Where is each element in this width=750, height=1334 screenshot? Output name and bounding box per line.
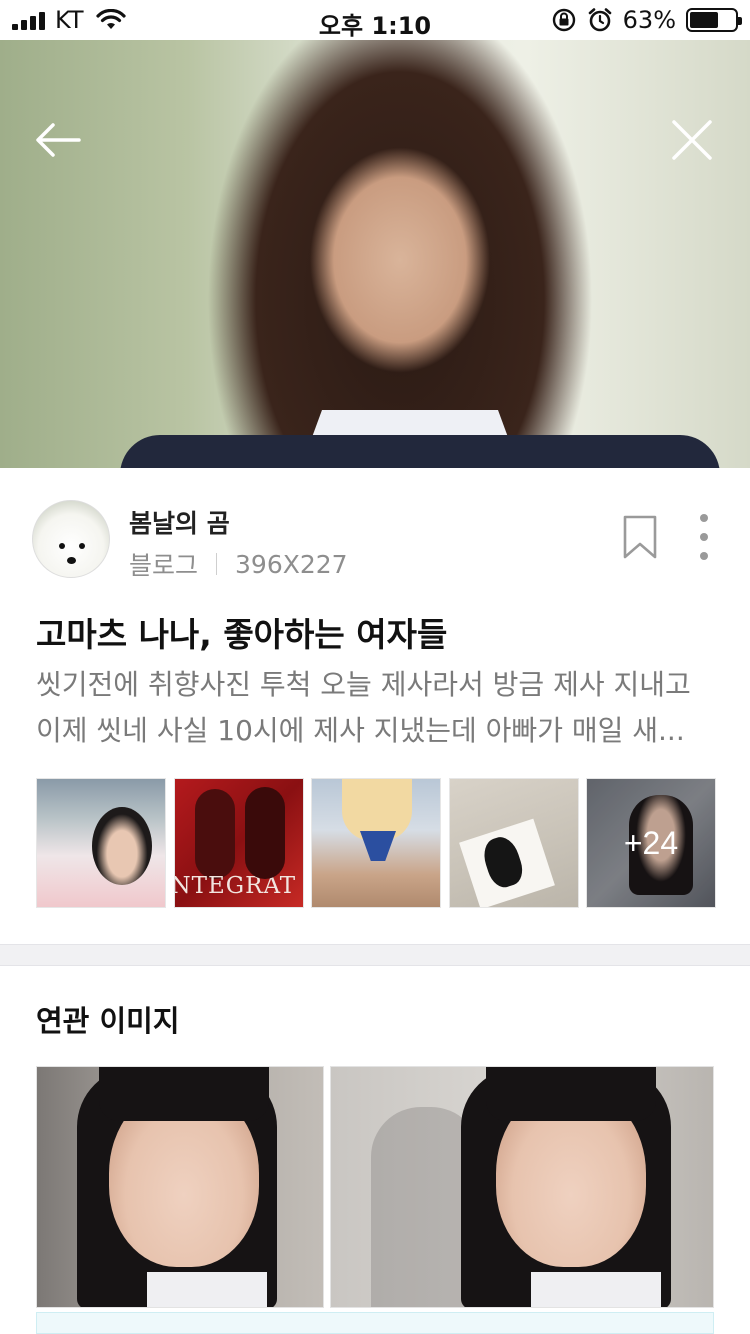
more-button[interactable]: [694, 514, 714, 560]
bookmark-button[interactable]: [620, 514, 660, 560]
thumbnail-1[interactable]: [36, 778, 166, 908]
avatar[interactable]: [32, 500, 110, 578]
back-arrow-icon: [36, 123, 81, 157]
close-button[interactable]: [662, 110, 722, 170]
status-bar: KT 오후 1:10 63%: [0, 0, 750, 40]
related-image-1[interactable]: [36, 1066, 324, 1308]
orientation-lock-icon: [552, 8, 575, 32]
close-icon: [672, 120, 712, 160]
thumbnail-3[interactable]: [311, 778, 441, 908]
thumbnail-2[interactable]: NTEGRAT: [173, 778, 304, 908]
more-vertical-icon: [700, 514, 708, 522]
related-images-section: 연관 이미지: [0, 966, 750, 1334]
next-item-peek[interactable]: [36, 1312, 714, 1334]
post-meta: 블로그 396X227: [129, 546, 348, 582]
thumbnail-4[interactable]: [448, 778, 579, 908]
post-title[interactable]: 고마츠 나나, 좋아하는 여자들: [36, 608, 447, 656]
thumbnail-5[interactable]: +24: [586, 778, 716, 908]
related-image-2[interactable]: [330, 1066, 714, 1308]
back-button[interactable]: [28, 110, 88, 170]
status-right: 63%: [551, 6, 742, 34]
thumbnail-strip: NTEGRAT +24: [36, 778, 716, 908]
post-excerpt[interactable]: 씻기전에 취향사진 투척 오늘 제사라서 방금 제사 지내고 이제 씻네 사실 …: [36, 662, 716, 754]
author-name[interactable]: 봄날의 곰: [129, 504, 230, 540]
battery-percent: 63%: [622, 6, 676, 34]
related-images-title: 연관 이미지: [36, 1004, 180, 1038]
post-excerpt-line-1: 씻기전에 취향사진 투척 오늘 제사라서 방금 제사 지내고: [36, 668, 691, 701]
bookmark-icon: [623, 515, 657, 559]
source-label: 블로그: [129, 551, 199, 580]
section-divider: [0, 944, 750, 966]
post-card: 봄날의 곰 블로그 396X227 고마츠 나나, 좋아하는 여자들 씻기전에 …: [0, 468, 750, 944]
alarm-icon: [588, 8, 611, 32]
battery-icon: [686, 8, 742, 32]
image-dimensions: 396X227: [235, 549, 348, 579]
thumbnail-2-text: NTEGRAT: [173, 873, 297, 899]
hero-image: [0, 40, 750, 468]
post-excerpt-line-2: 이제 씻네 사실 10시에 제사 지냈는데 아빠가 매일 새...: [36, 714, 685, 747]
meta-divider: [216, 553, 218, 575]
more-images-count: +24: [587, 779, 715, 907]
hero-blazer: [120, 435, 720, 468]
